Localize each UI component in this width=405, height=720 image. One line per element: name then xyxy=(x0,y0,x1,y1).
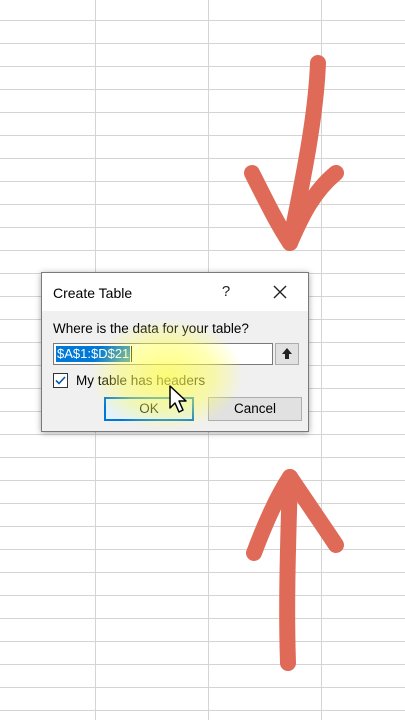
headers-checkbox[interactable] xyxy=(53,373,68,388)
mouse-pointer-icon xyxy=(169,385,187,413)
text-caret xyxy=(131,346,132,362)
down-arrow-icon xyxy=(244,55,344,251)
table-range-input[interactable]: $A$1:$D$21 xyxy=(53,343,273,365)
collapse-dialog-icon xyxy=(282,348,292,359)
dialog-titlebar[interactable]: Create Table ? xyxy=(42,273,308,311)
dialog-title: Create Table xyxy=(53,285,133,301)
range-value: $A$1:$D$21 xyxy=(56,346,131,362)
cancel-button[interactable]: Cancel xyxy=(208,397,302,421)
range-prompt-label: Where is the data for your table? xyxy=(53,321,249,336)
close-icon xyxy=(273,285,287,299)
up-arrow-icon xyxy=(246,469,344,671)
close-button[interactable] xyxy=(270,282,290,302)
checkmark-icon xyxy=(55,376,66,385)
help-button[interactable]: ? xyxy=(218,283,234,301)
collapse-dialog-button[interactable] xyxy=(275,343,299,365)
